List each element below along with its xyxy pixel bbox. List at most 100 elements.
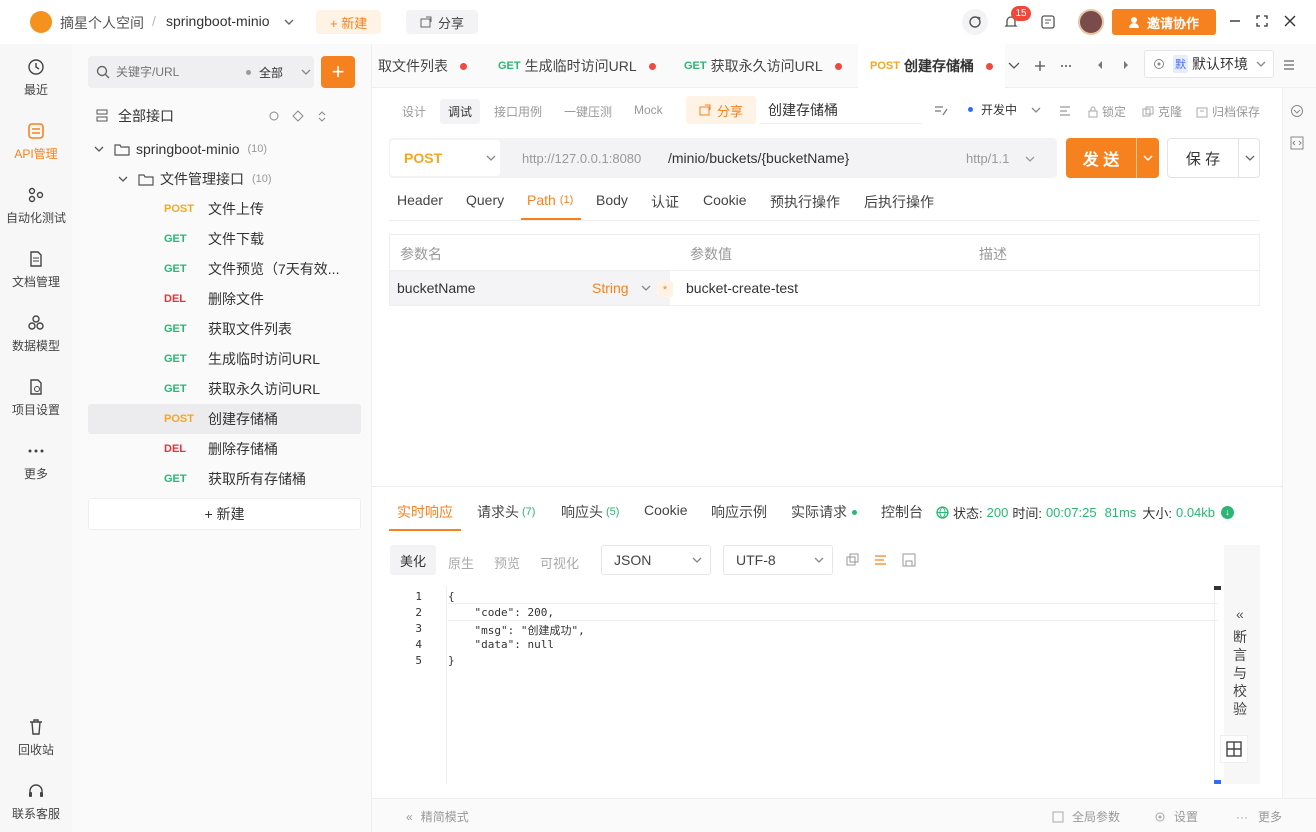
environment-select[interactable]: 默 默认环境 xyxy=(1144,50,1274,78)
archive-button[interactable]: 归档保存 xyxy=(1196,103,1260,120)
align-icon[interactable] xyxy=(1059,104,1073,116)
invite-button[interactable]: 邀请协作 xyxy=(1112,9,1216,35)
code-icon[interactable] xyxy=(1290,136,1304,150)
lock-button[interactable]: 锁定 xyxy=(1088,103,1126,120)
view-visual[interactable]: 可视化 xyxy=(540,553,579,572)
close-icon[interactable] xyxy=(1283,14,1297,28)
download-icon[interactable]: ↓ xyxy=(1221,506,1235,519)
minimize-icon[interactable] xyxy=(1228,14,1242,28)
res-tab-res-headers[interactable]: 响应头 (5) xyxy=(561,502,619,522)
param-type-select[interactable]: String xyxy=(592,280,651,296)
tab-pre-script[interactable]: 预执行操作 xyxy=(770,192,840,212)
url-path-input[interactable]: /minio/buckets/{bucketName} xyxy=(668,150,849,166)
encoding-select[interactable]: UTF-8 xyxy=(723,545,833,575)
save-file-icon[interactable] xyxy=(902,553,916,567)
view-preview[interactable]: 预览 xyxy=(494,553,520,572)
subtab-stress-test[interactable]: 一键压测 xyxy=(564,103,612,120)
subtab-mock[interactable]: Mock xyxy=(634,103,663,117)
tab-header[interactable]: Header xyxy=(397,192,443,208)
nav-project-settings[interactable]: 项目设置 xyxy=(0,370,72,426)
sync-button[interactable] xyxy=(962,9,988,35)
subtab-design[interactable]: 设计 xyxy=(402,103,426,120)
format-select[interactable]: JSON xyxy=(601,545,711,575)
tree-api-item[interactable]: GET 获取所有存储桶 xyxy=(88,464,361,494)
url-host[interactable]: http://127.0.0.1:8080 xyxy=(522,151,641,166)
tree-project[interactable]: springboot-minio (10) xyxy=(88,134,361,164)
nav-support[interactable]: 联系客服 xyxy=(0,774,72,830)
tab-auth[interactable]: 认证 xyxy=(651,192,679,212)
chevron-down-icon[interactable] xyxy=(301,67,311,77)
new-button[interactable]: + 新建 xyxy=(316,10,382,34)
tree-api-item[interactable]: POST 创建存储桶 xyxy=(88,404,361,434)
view-raw[interactable]: 原生 xyxy=(448,553,474,572)
required-toggle[interactable]: * xyxy=(657,281,673,297)
clone-button[interactable]: 克隆 xyxy=(1142,103,1182,120)
nav-trash[interactable]: 回收站 xyxy=(0,710,72,766)
share-api-button[interactable]: 分享 xyxy=(686,96,756,124)
tree-api-item[interactable]: GET 生成临时访问URL xyxy=(88,344,361,374)
subtab-cases[interactable]: 接口用例 xyxy=(494,103,542,120)
status-select[interactable]: 开发中 xyxy=(968,101,1041,118)
plus-icon[interactable] xyxy=(1034,60,1046,72)
res-tab-actual[interactable]: 实际请求 xyxy=(791,502,857,522)
tree-api-item[interactable]: GET 文件下载 xyxy=(88,224,361,254)
layout-toggle[interactable] xyxy=(1220,735,1248,763)
copy-icon[interactable] xyxy=(846,553,860,567)
res-tab-req-headers[interactable]: 请求头 (7) xyxy=(477,502,535,522)
tree-api-item[interactable]: GET 文件预览（7天有效... xyxy=(88,254,361,284)
tree-api-item[interactable]: GET 获取永久访问URL xyxy=(88,374,361,404)
tree-folder[interactable]: 文件管理接口 (10) xyxy=(88,164,361,194)
tab-temp-url[interactable]: GET 生成临时访问URL xyxy=(486,44,668,88)
tab-permanent-url[interactable]: GET 获取永久访问URL xyxy=(672,44,854,88)
avatar[interactable] xyxy=(1078,9,1104,35)
save-button[interactable]: 保 存 xyxy=(1167,138,1260,178)
tree-api-item[interactable]: POST 文件上传 xyxy=(88,194,361,224)
tab-body[interactable]: Body xyxy=(596,192,628,208)
tree-api-item[interactable]: DEL 删除文件 xyxy=(88,284,361,314)
res-tab-console[interactable]: 控制台 xyxy=(881,502,923,522)
nav-api-management[interactable]: API管理 xyxy=(0,114,72,170)
share-button[interactable]: 分享 xyxy=(406,10,479,34)
chevron-down-icon[interactable] xyxy=(1245,153,1255,163)
subtab-debug[interactable]: 调试 xyxy=(440,99,481,124)
nav-data-model[interactable]: 数据模型 xyxy=(0,306,72,362)
chevrons-left-icon[interactable]: « xyxy=(1236,606,1244,622)
global-params-button[interactable]: 全局参数 xyxy=(1052,808,1120,825)
view-icon[interactable] xyxy=(1290,104,1304,118)
chevron-down-icon[interactable] xyxy=(1143,153,1153,163)
notes-icon[interactable] xyxy=(1040,14,1056,30)
search-box[interactable]: 全部 xyxy=(88,56,314,88)
menu-icon[interactable] xyxy=(1282,58,1296,72)
nav-more[interactable]: 更多 xyxy=(0,434,72,490)
param-name[interactable]: bucketName xyxy=(397,280,476,296)
wrap-icon[interactable] xyxy=(874,553,888,567)
view-pretty[interactable]: 美化 xyxy=(390,545,436,575)
scroll-thumb[interactable] xyxy=(1214,586,1221,590)
collapse-icon[interactable] xyxy=(316,110,328,122)
tab-query[interactable]: Query xyxy=(466,192,504,208)
locate-icon[interactable] xyxy=(292,110,304,122)
param-value-input[interactable]: bucket-create-test xyxy=(686,280,798,296)
arrow-right-icon[interactable] xyxy=(1122,60,1130,70)
nav-automation[interactable]: 自动化测试 xyxy=(0,178,72,234)
tree-root[interactable]: 全部接口 xyxy=(96,106,361,126)
tab-cookie[interactable]: Cookie xyxy=(703,192,747,208)
simple-mode-button[interactable]: « 精简模式 xyxy=(406,808,469,825)
more-icon[interactable] xyxy=(1060,60,1072,72)
refresh-icon[interactable] xyxy=(268,110,280,122)
res-tab-example[interactable]: 响应示例 xyxy=(711,502,767,522)
maximize-icon[interactable] xyxy=(1255,14,1269,28)
tab-file-list[interactable]: 取文件列表 xyxy=(366,44,479,88)
search-input[interactable] xyxy=(116,65,236,79)
filter-select[interactable]: 全部 xyxy=(259,64,283,81)
method-select[interactable]: POST xyxy=(390,140,500,176)
request-name-input[interactable]: 创建存储桶 xyxy=(760,96,922,124)
send-button[interactable]: 发 送 xyxy=(1066,138,1159,178)
tree-api-item[interactable]: GET 获取文件列表 xyxy=(88,314,361,344)
settings-button[interactable]: 设置 xyxy=(1154,808,1198,825)
res-tab-cookie[interactable]: Cookie xyxy=(644,502,688,518)
tree-new-button[interactable]: + 新建 xyxy=(88,498,361,530)
nav-docs[interactable]: 文档管理 xyxy=(0,242,72,298)
tab-create-bucket[interactable]: POST 创建存储桶 xyxy=(858,44,1005,88)
workspace-name[interactable]: 摘星个人空间 xyxy=(60,13,144,33)
